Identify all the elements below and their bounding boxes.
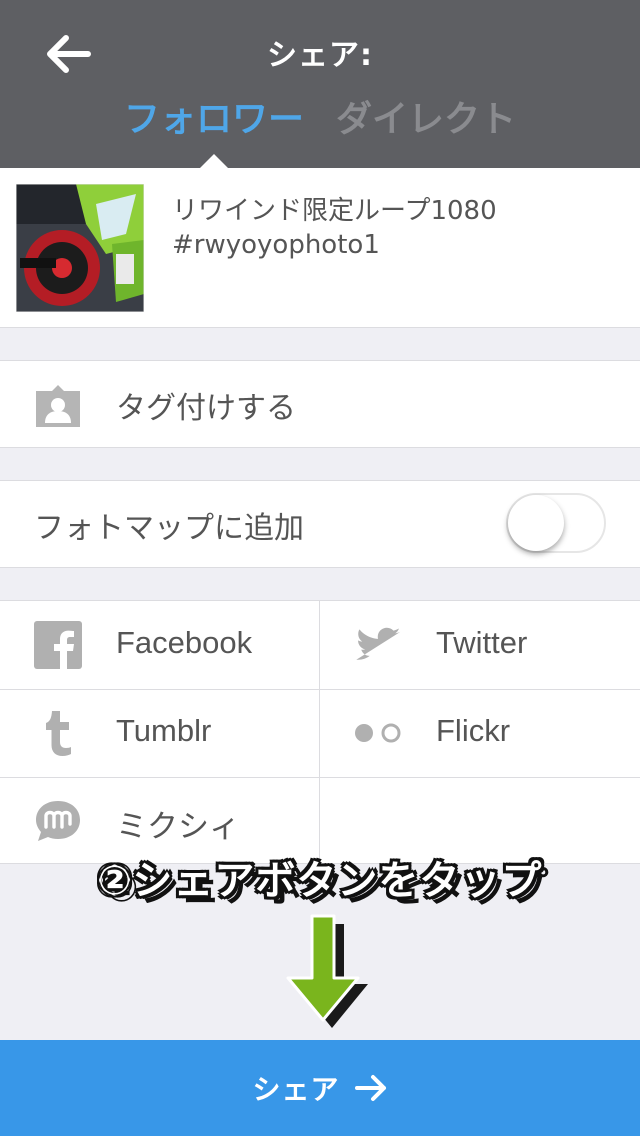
person-tag-icon xyxy=(36,385,80,427)
post-preview: リワインド限定ループ1080 #rwyoyophoto1 xyxy=(0,168,640,328)
page-title: シェア: xyxy=(267,38,373,73)
facebook-label: Facebook xyxy=(116,625,253,660)
photo-map-label: フォトマップに追加 xyxy=(34,511,304,546)
header-bar: シェア: フォロワー ダイレクト xyxy=(0,0,640,168)
facebook-icon xyxy=(34,621,82,669)
flickr-label: Flickr xyxy=(436,713,511,748)
twitter-icon xyxy=(356,627,401,660)
tab-direct[interactable]: ダイレクト xyxy=(336,90,516,142)
tag-people-label: タグ付けする xyxy=(116,391,296,426)
tumblr-label: Tumblr xyxy=(116,713,212,748)
down-arrow-icon xyxy=(286,914,368,1028)
share-twitter[interactable]: Twitter xyxy=(320,601,640,689)
share-facebook[interactable]: Facebook xyxy=(0,601,320,689)
tumblr-icon xyxy=(46,711,71,756)
photo-map-toggle[interactable] xyxy=(506,493,606,553)
active-tab-indicator xyxy=(200,154,228,168)
tag-people-row[interactable]: タグ付けする xyxy=(0,360,640,448)
share-tumblr[interactable]: Tumblr xyxy=(0,689,320,777)
share-button-label: シェア xyxy=(252,1073,340,1106)
instruction-annotation: ②シェアボタンをタップ xyxy=(97,858,543,904)
arrow-right-icon xyxy=(354,1075,386,1101)
flickr-icon xyxy=(355,723,401,743)
post-thumbnail xyxy=(16,184,144,312)
share-flickr[interactable]: Flickr xyxy=(320,689,640,777)
tab-followers[interactable]: フォロワー xyxy=(124,90,304,142)
share-button[interactable]: シェア xyxy=(0,1040,640,1136)
post-caption: リワインド限定ループ1080 #rwyoyophoto1 xyxy=(172,196,497,260)
photo-map-row: フォトマップに追加 xyxy=(0,480,640,568)
toggle-knob xyxy=(508,495,564,551)
mixi-label: ミクシィ xyxy=(116,809,240,844)
twitter-label: Twitter xyxy=(436,625,528,660)
mixi-icon xyxy=(36,801,80,841)
share-targets-grid: Facebook Twitter Tumblr Flickr ミクシィ xyxy=(0,600,640,865)
